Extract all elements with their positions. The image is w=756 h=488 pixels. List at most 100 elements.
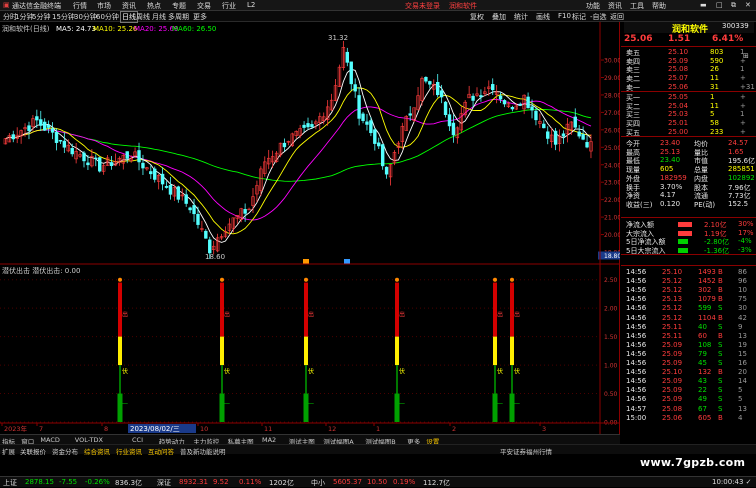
- stat-value: 152.5: [728, 199, 749, 208]
- index-pct: -0.26%: [85, 478, 110, 486]
- extension-tab[interactable]: 关联报价: [20, 446, 46, 456]
- menu-item[interactable]: 行情: [73, 1, 87, 11]
- period-tab[interactable]: 月线: [152, 12, 166, 22]
- menu-item[interactable]: L2: [247, 1, 255, 9]
- candle-body: [306, 123, 310, 128]
- extension-tab[interactable]: 扩展: [2, 446, 15, 456]
- candle-body: [349, 61, 353, 85]
- bid-price: 25.01: [668, 119, 689, 128]
- indicator-tab[interactable]: MACD: [40, 436, 59, 444]
- bid-volume: 233: [710, 127, 724, 136]
- menu-item[interactable]: 资讯: [608, 1, 622, 11]
- ask-volume: 31: [710, 82, 719, 91]
- period-more[interactable]: 更多: [193, 12, 207, 22]
- signal-bar-red: [493, 282, 497, 337]
- bid-row: 买四 25.01 58 +: [624, 119, 754, 128]
- ask-price: 25.06: [668, 82, 689, 91]
- indicator-tab[interactable]: VOL-TDX: [75, 436, 103, 444]
- x-tick-label: 3: [542, 425, 546, 433]
- flow-bar: [678, 239, 688, 244]
- period-tab[interactable]: 5分钟: [32, 12, 50, 22]
- period-tab[interactable]: 周线: [136, 12, 150, 22]
- stat-row: 换手 3.70% 股本 7.96亿: [624, 183, 754, 192]
- menu-item[interactable]: 交易: [197, 1, 211, 11]
- menu-item[interactable]: 市场: [97, 1, 111, 11]
- extension-tab[interactable]: 综合资讯: [84, 446, 110, 456]
- extension-tab[interactable]: 资金分布: [52, 446, 78, 456]
- signal-bar-red: [304, 282, 308, 337]
- extension-tab[interactable]: 互动问答: [148, 446, 174, 456]
- minimize-icon[interactable]: ▬: [700, 1, 707, 9]
- toolbar-btn[interactable]: 复权: [470, 12, 484, 22]
- menu-item[interactable]: 行业: [222, 1, 236, 11]
- menu-item[interactable]: 工具: [630, 1, 644, 11]
- signal-bar-yellow: [304, 336, 308, 366]
- tick-count: 96: [738, 277, 747, 286]
- tick-side: S: [718, 359, 723, 367]
- panel-divider: [621, 217, 756, 218]
- candle-body: [125, 151, 129, 159]
- maximize-icon[interactable]: □: [716, 1, 723, 9]
- toolbar-btn[interactable]: 统计: [514, 12, 528, 22]
- candle-body: [282, 142, 287, 148]
- toolbar-btn[interactable]: 标记: [572, 12, 586, 22]
- period-tab[interactable]: 60分钟: [96, 12, 119, 22]
- menu-item[interactable]: 资讯: [122, 1, 136, 11]
- signal-bar-yellow: [395, 336, 399, 366]
- ask-row: 卖五 25.10 803 1: [624, 48, 754, 57]
- period-tab[interactable]: 1分钟: [15, 12, 33, 22]
- signal-top-icon: [395, 277, 399, 282]
- indicator-tick-label: 1.50: [604, 334, 618, 341]
- event-marker-icon[interactable]: [344, 259, 350, 264]
- candle-body: [39, 119, 43, 126]
- kline-chart-area[interactable]: 润和软件(日线) MA5: 24.73 MA10: 25.26 MA20: 25…: [0, 22, 621, 434]
- candle-body: [42, 121, 47, 131]
- candle-body: [573, 116, 577, 128]
- login-banner[interactable]: 交易未登录: [405, 1, 440, 11]
- toolbar-btn[interactable]: 叠加: [492, 12, 506, 22]
- tick-count: 19: [738, 340, 747, 349]
- close-icon[interactable]: ✕: [745, 1, 751, 9]
- chart-svg[interactable]: 润和软件(日线) MA5: 24.73 MA10: 25.26 MA20: 25…: [0, 22, 621, 434]
- tick-side: S: [718, 377, 723, 386]
- tick-count: 14: [738, 377, 747, 386]
- period-tab[interactable]: 15分钟: [52, 12, 75, 22]
- candle-body: [243, 209, 247, 214]
- candle-body: [428, 81, 432, 85]
- signal-label-hold: 伏: [224, 368, 230, 376]
- tick-row: 14:56 25.10 132 B 20: [624, 368, 754, 377]
- period-tab[interactable]: 多周期: [168, 12, 189, 22]
- tick-row: 14:56 25.09 108 S 19: [624, 341, 754, 350]
- tick-price: 25.10: [662, 268, 683, 276]
- candle-body: [491, 84, 495, 91]
- toolbar-btn[interactable]: 画线: [536, 12, 550, 22]
- indicator-tab[interactable]: CCI: [132, 436, 143, 444]
- menu-item[interactable]: 专题: [172, 1, 186, 11]
- event-marker-icon[interactable]: [303, 259, 309, 264]
- tick-time: 14:56: [626, 295, 647, 304]
- extension-tab[interactable]: 普及新功能说明: [180, 446, 226, 456]
- restore-icon[interactable]: ⧉: [731, 1, 736, 10]
- ma60-label: MA60: 26.50: [172, 25, 216, 33]
- tick-side: S: [718, 386, 723, 395]
- signal-label-exit: 出: [122, 311, 128, 319]
- menu-item[interactable]: 帮助: [652, 1, 666, 11]
- tick-price: 25.09: [662, 349, 683, 358]
- toolbar-btn[interactable]: 返回: [610, 12, 624, 22]
- tick-row: 14:56 25.13 1079 B 75: [624, 295, 754, 304]
- bid-volume: 5: [710, 110, 715, 119]
- quote-header: 润和软件 300339: [624, 22, 754, 35]
- signal-label-exit: 出: [514, 311, 520, 319]
- extension-tab[interactable]: 行业资讯: [116, 446, 142, 456]
- chart-stock-label: 润和软件(日线): [2, 24, 50, 33]
- toolbar-btn[interactable]: F10: [558, 12, 571, 20]
- menu-item[interactable]: 热点: [147, 1, 161, 11]
- period-tab[interactable]: 30分钟: [74, 12, 97, 22]
- tick-row: 14:56 25.09 22 S 5: [624, 386, 754, 395]
- candle-body: [435, 81, 440, 96]
- indicator-tab[interactable]: MA2: [262, 436, 276, 444]
- tick-side: S: [718, 349, 723, 358]
- toolbar-btn[interactable]: -自选: [590, 12, 607, 22]
- signal-bar-red: [118, 282, 122, 337]
- menu-item[interactable]: 功能: [586, 1, 600, 11]
